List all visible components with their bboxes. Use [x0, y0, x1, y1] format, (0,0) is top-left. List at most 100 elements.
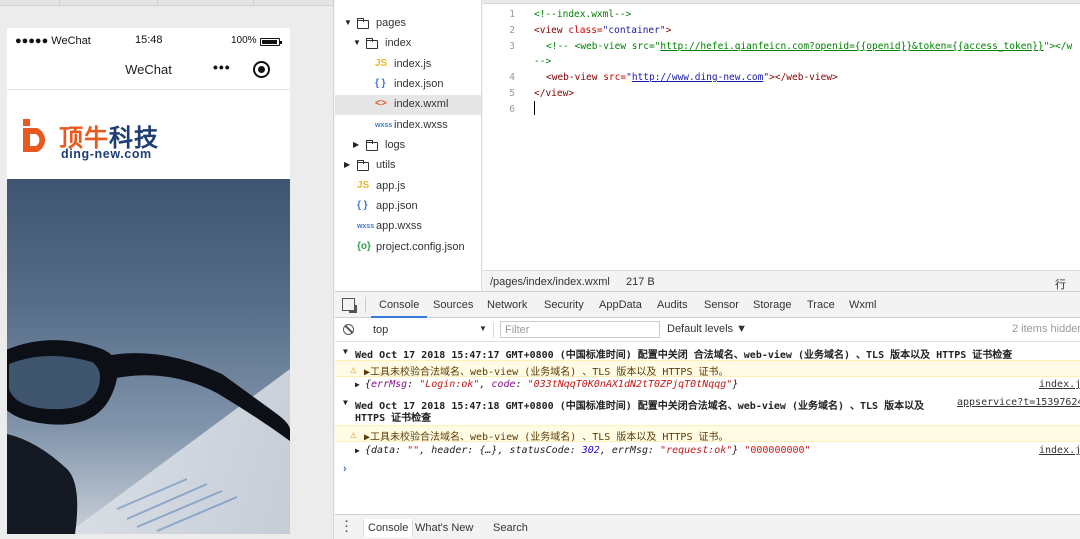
- code-editor[interactable]: 1 2 3 4 5 6 <!--index.wxml--> <view clas…: [483, 0, 1080, 270]
- source-link[interactable]: index.j: [1039, 379, 1080, 390]
- chevron-right-icon[interactable]: ▶: [353, 140, 359, 149]
- drawer-tab-search[interactable]: Search: [493, 522, 528, 534]
- hidden-items-count: 2 items hidden: [1012, 323, 1080, 335]
- context-value: top: [373, 324, 389, 336]
- context-select[interactable]: top ▼: [364, 322, 494, 338]
- log-group[interactable]: ▼ Wed Oct 17 2018 15:47:18 GMT+0800 (中国标…: [335, 395, 1080, 425]
- drawer-tab-whats-new[interactable]: What's New: [415, 522, 473, 534]
- chevron-down-icon[interactable]: ▼: [343, 398, 348, 407]
- js-file-icon: JS: [375, 58, 388, 69]
- source-link[interactable]: index.j: [1039, 445, 1080, 456]
- wxml-file-icon: <>: [375, 98, 387, 109]
- more-menu-icon[interactable]: •••: [213, 59, 231, 75]
- toolbar-segment[interactable]: [254, 0, 334, 6]
- line-number: 4: [509, 72, 515, 83]
- tree-folder-index[interactable]: ▼ index: [335, 34, 481, 54]
- file-size: 217 B: [626, 276, 655, 288]
- editor-tabbar: [483, 0, 1080, 4]
- tab-sources[interactable]: Sources: [433, 299, 473, 311]
- code-line-1: <!--index.wxml-->: [534, 9, 632, 20]
- dropdown-arrow-icon: ▼: [479, 324, 487, 333]
- tab-storage[interactable]: Storage: [753, 299, 792, 311]
- tree-file-index-json[interactable]: { } index.json: [335, 75, 481, 95]
- file-tree: ▼ pages ▼ index JS index.js { } index.js…: [335, 0, 482, 291]
- levels-dropdown[interactable]: Default levels ▼: [667, 323, 747, 335]
- tab-sensor[interactable]: Sensor: [704, 299, 739, 311]
- tab-trace[interactable]: Trace: [807, 299, 835, 311]
- chevron-down-icon[interactable]: ▼: [353, 38, 361, 47]
- tree-file-index-wxss[interactable]: wxss index.wxss: [335, 116, 481, 136]
- more-tabs-icon[interactable]: · · ·: [345, 517, 349, 538]
- tree-file-project-config[interactable]: {o} project.config.json: [335, 238, 481, 258]
- log-text: HTTPS 证书检查: [355, 413, 432, 424]
- code-line-2: <view class="container">: [534, 25, 672, 36]
- tab-wxml[interactable]: Wxml: [849, 299, 877, 311]
- wechat-navbar: WeChat •••: [7, 50, 290, 90]
- tree-label: index.wxss: [394, 119, 448, 131]
- battery-percent: 100%: [231, 35, 257, 46]
- json-file-icon: { }: [375, 78, 386, 89]
- chevron-right-icon[interactable]: ▶: [344, 160, 350, 169]
- tree-file-app-json[interactable]: { } app.json: [335, 197, 481, 217]
- tab-console[interactable]: Console: [370, 299, 428, 318]
- source-link[interactable]: appservice?t=15397624: [957, 397, 1080, 408]
- glasses-photo: [7, 340, 290, 534]
- tree-folder-utils[interactable]: ▶ utils: [335, 156, 481, 176]
- clear-console-icon[interactable]: [343, 324, 354, 335]
- log-object[interactable]: ▶ {errMsg: "Login:ok", code: "033tNqqT0K…: [335, 377, 1080, 394]
- phone-screen: ●●●●● WeChat 15:48 100% WeChat ••• 顶牛科技 …: [7, 28, 290, 534]
- folder-icon: [357, 160, 369, 171]
- devtools-panel: Console Sources Network Security AppData…: [335, 291, 1080, 539]
- log-text: ▶工具未校验合法域名、web-view (业务域名) 、TLS 版本以及 HTT…: [364, 432, 729, 443]
- toolbar-segment[interactable]: [158, 0, 254, 6]
- tree-label: index.wxml: [394, 98, 449, 110]
- inspect-element-icon[interactable]: [342, 298, 357, 313]
- tab-appdata[interactable]: AppData: [599, 299, 642, 311]
- divider: [365, 297, 366, 313]
- simulator-panel: ●●●●● WeChat 15:48 100% WeChat ••• 顶牛科技 …: [0, 0, 334, 539]
- folder-open-icon: [357, 18, 369, 29]
- chevron-right-icon[interactable]: ▶: [355, 446, 360, 455]
- console-prompt-icon[interactable]: ›: [343, 463, 347, 475]
- filter-input[interactable]: Filter: [500, 321, 660, 338]
- tree-folder-logs[interactable]: ▶ logs: [335, 136, 481, 156]
- tree-file-index-js[interactable]: JS index.js: [335, 55, 481, 75]
- console-drawer-tabbar: · · · Console What's New Search: [335, 514, 1080, 539]
- log-object[interactable]: ▶ {data: "", header: {…}, statusCode: 30…: [335, 443, 1080, 460]
- chevron-down-icon[interactable]: ▼: [343, 347, 348, 356]
- log-group[interactable]: ▼ Wed Oct 17 2018 15:47:17 GMT+0800 (中国标…: [335, 344, 1080, 361]
- tree-file-index-wxml[interactable]: <> index.wxml: [335, 95, 481, 115]
- tree-folder-pages[interactable]: ▼ pages: [335, 14, 481, 34]
- devtools-window: ●●●●● WeChat 15:48 100% WeChat ••• 顶牛科技 …: [0, 0, 1080, 539]
- console-toolbar: top ▼ Filter Default levels ▼ 2 items hi…: [335, 318, 1080, 342]
- tree-file-app-wxss[interactable]: wxss app.wxss: [335, 217, 481, 237]
- log-text: ▶工具未校验合法域名、web-view (业务域名) 、TLS 版本以及 HTT…: [364, 367, 729, 378]
- status-time: 15:48: [135, 34, 163, 46]
- tab-security[interactable]: Security: [544, 299, 584, 311]
- drawer-tab-console[interactable]: Console: [363, 519, 414, 537]
- chevron-down-icon[interactable]: ▼: [344, 18, 352, 27]
- log-text: {errMsg: "Login:ok", code: "033tNqqT0K0n…: [365, 379, 739, 390]
- chevron-right-icon[interactable]: ▶: [355, 380, 360, 389]
- js-file-icon: JS: [357, 180, 370, 191]
- tab-audits[interactable]: Audits: [657, 299, 688, 311]
- text-cursor: [534, 101, 535, 115]
- log-text: Wed Oct 17 2018 15:47:18 GMT+0800 (中国标准时…: [355, 401, 925, 412]
- battery-icon: [260, 38, 282, 46]
- toolbar-segment[interactable]: [0, 0, 60, 6]
- log-text: Wed Oct 17 2018 15:47:17 GMT+0800 (中国标准时…: [355, 350, 1013, 361]
- toolbar-segment[interactable]: [60, 0, 158, 6]
- warning-icon: ⚠: [350, 428, 357, 441]
- log-warning[interactable]: ⚠ ▶工具未校验合法域名、web-view (业务域名) 、TLS 版本以及 H…: [335, 425, 1080, 443]
- tree-file-app-js[interactable]: JS app.js: [335, 177, 481, 197]
- tree-label: app.wxss: [376, 220, 422, 232]
- line-number: 3: [509, 41, 515, 52]
- line-number: 5: [509, 88, 515, 99]
- log-warning[interactable]: ⚠ ▶工具未校验合法域名、web-view (业务域名) 、TLS 版本以及 H…: [335, 360, 1080, 378]
- tree-label: index: [385, 37, 412, 49]
- tab-network[interactable]: Network: [487, 299, 527, 311]
- close-capsule-icon[interactable]: [253, 61, 270, 78]
- json-file-icon: { }: [357, 200, 368, 211]
- simulator-toolbar: [0, 0, 334, 6]
- tree-label: project.config.json: [376, 241, 465, 253]
